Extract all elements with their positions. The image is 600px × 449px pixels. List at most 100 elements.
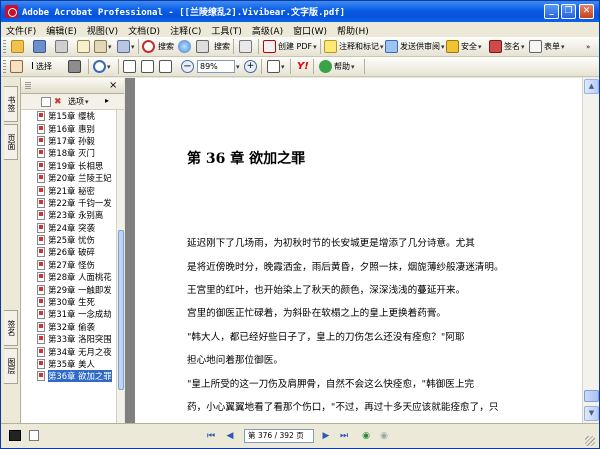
find-button[interactable] (142, 39, 155, 54)
scroll-up-button[interactable]: ▲ (584, 79, 599, 94)
expand-icon[interactable]: ▸ (105, 96, 109, 105)
zoom-input[interactable]: 89% (197, 60, 235, 73)
menu-window[interactable]: 窗口(W) (288, 22, 332, 37)
zoom-out-button[interactable]: − (181, 59, 194, 74)
stamp-button[interactable] (239, 39, 252, 54)
print-button[interactable] (55, 39, 68, 54)
pdf-page[interactable]: 第 36 章 欲加之罪 延迟刚下了几场雨，为初秋时节的长安城更是增添了几分诗意。… (135, 78, 582, 423)
fit-width-button[interactable] (159, 59, 172, 74)
bookmark-item[interactable]: 第33章 洛阳突围 (21, 333, 116, 345)
new-bookmark-icon[interactable] (41, 97, 51, 107)
bookmark-item[interactable]: 第25章 忧伤 (21, 234, 116, 246)
attach-button[interactable] (117, 39, 135, 54)
document-scrollbar[interactable]: ▲ ▼ (582, 78, 599, 423)
comment-markup-button[interactable]: 注释和标记 (324, 39, 384, 54)
bookmark-item[interactable]: 第20章 兰陵王妃 (21, 172, 116, 184)
menu-tools[interactable]: 工具(T) (206, 22, 247, 37)
scroll-down-button[interactable]: ▼ (584, 406, 599, 421)
send-review-button[interactable]: 发送供审阅 (385, 39, 445, 54)
create-pdf-button[interactable]: 创建 PDF (263, 39, 317, 54)
text-line: "韩大人，都已经好些日子了，皇上的刀伤怎么还没有痊愈？"阿耶 (187, 332, 465, 343)
delete-bookmark-icon[interactable]: ✖ (54, 97, 62, 107)
page-number-input[interactable]: 第 376 / 392 页 (244, 429, 314, 443)
help-button[interactable]: 帮助 (319, 59, 355, 74)
bookmark-item[interactable]: 第16章 惠别 (21, 122, 116, 134)
open-button[interactable] (11, 39, 24, 54)
toolbar-grip[interactable] (3, 40, 6, 54)
bookmark-item[interactable]: 第34章 无月之夜 (21, 345, 116, 357)
tab-bookmarks[interactable]: 书签 (4, 86, 18, 122)
organizer-button[interactable] (94, 39, 112, 54)
email-button[interactable] (77, 39, 90, 54)
close-button[interactable]: ✕ (579, 4, 594, 19)
menu-document[interactable]: 文档(D) (123, 22, 165, 37)
bookmark-item[interactable]: 第30章 生死 (21, 296, 116, 308)
scissors-button[interactable] (196, 39, 209, 54)
sign-button[interactable]: 签名 (489, 39, 525, 54)
minimize-button[interactable]: _ (544, 4, 559, 19)
menu-help[interactable]: 帮助(H) (332, 22, 374, 37)
tab-layers[interactable]: 图层 (4, 348, 18, 384)
next-view-button[interactable]: ◉ (377, 429, 391, 443)
bookmark-item[interactable]: 第17章 孙毅 (21, 135, 116, 147)
menu-comments[interactable]: 注释(C) (165, 22, 206, 37)
bookmark-item[interactable]: 第18章 灭门 (21, 147, 116, 159)
menu-edit[interactable]: 编辑(E) (41, 22, 82, 37)
scroll-thumb[interactable] (584, 390, 599, 402)
menu-file[interactable]: 文件(F) (1, 22, 41, 37)
scroll-thumb[interactable] (118, 230, 124, 390)
hand-tool-button[interactable] (10, 59, 23, 74)
bookmark-item[interactable]: 第26章 破碎 (21, 246, 116, 258)
previous-page-button[interactable]: ◀ (223, 429, 237, 443)
title-bar[interactable]: Adobe Acrobat Professional - [[兰陵缭乱2].Vi… (1, 1, 599, 22)
forms-button[interactable]: 表单 (529, 39, 565, 54)
snapshot-button[interactable] (68, 59, 81, 74)
bookmark-item[interactable]: 第28章 人面桃花 (21, 271, 116, 283)
actual-size-button[interactable] (123, 59, 136, 74)
select-tool-button[interactable]: I 选择 (31, 59, 52, 74)
bookmark-item[interactable]: 第32章 偷袭 (21, 321, 116, 333)
bookmark-item[interactable]: 第19章 长相思 (21, 160, 116, 172)
menu-view[interactable]: 视图(V) (82, 22, 123, 37)
bookmark-item[interactable]: 第24章 突袭 (21, 222, 116, 234)
fit-page-button[interactable] (141, 59, 154, 74)
first-page-button[interactable]: ⏮ (204, 429, 218, 443)
page-size-icon[interactable] (29, 430, 39, 441)
search-text[interactable]: 搜索 (214, 39, 230, 54)
zoom-in-button[interactable]: + (244, 59, 257, 74)
tab-pages[interactable]: 页面 (4, 124, 18, 160)
page-layout-button[interactable] (267, 59, 285, 74)
tab-signatures[interactable]: 签名 (4, 310, 18, 346)
zoom-tool-button[interactable] (93, 59, 111, 74)
restore-button[interactable]: ❐ (561, 4, 576, 19)
page-display-icon[interactable] (9, 430, 21, 441)
menu-advanced[interactable]: 高级(A) (247, 22, 288, 37)
web-search-button[interactable] (178, 39, 191, 54)
toolbar-more-chevron-icon[interactable]: » (586, 39, 590, 54)
options-menu[interactable]: 选项 (68, 96, 89, 107)
find-label[interactable]: 搜索 (158, 39, 174, 54)
resize-grip-icon[interactable] (585, 436, 595, 446)
close-panel-button[interactable]: × (109, 80, 117, 91)
page-icon (37, 123, 45, 134)
document-view[interactable]: 第 36 章 欲加之罪 延迟刚下了几场雨，为初秋时节的长安城更是增添了几分诗意。… (125, 78, 582, 423)
bookmark-item[interactable]: 第15章 缨桃 (21, 110, 116, 122)
yahoo-icon[interactable]: Y! (297, 59, 309, 74)
bookmark-item[interactable]: 第35章 美人 (21, 358, 116, 370)
toolbar-grip[interactable] (3, 60, 6, 74)
zoom-dropdown[interactable] (235, 59, 240, 74)
secure-button[interactable]: 安全 (446, 39, 482, 54)
bookmark-item[interactable]: 第31章 一念成劫 (21, 308, 116, 320)
bookmarks-scrollbar[interactable] (116, 110, 124, 423)
bookmark-item[interactable]: 第22章 千钧一发 (21, 197, 116, 209)
last-page-button[interactable]: ⏭ (337, 429, 351, 443)
acrobat-app-icon (5, 5, 18, 18)
save-button[interactable] (33, 39, 46, 54)
bookmark-item[interactable]: 第29章 一触即发 (21, 283, 116, 295)
bookmark-item-selected[interactable]: 第36章 欲加之罪 (21, 370, 116, 383)
bookmark-item[interactable]: 第23章 永别离 (21, 209, 116, 221)
bookmark-item[interactable]: 第21章 秘密 (21, 184, 116, 196)
bookmark-item[interactable]: 第27章 怪伤 (21, 259, 116, 271)
previous-view-button[interactable]: ◉ (359, 429, 373, 443)
next-page-button[interactable]: ▶ (319, 429, 333, 443)
